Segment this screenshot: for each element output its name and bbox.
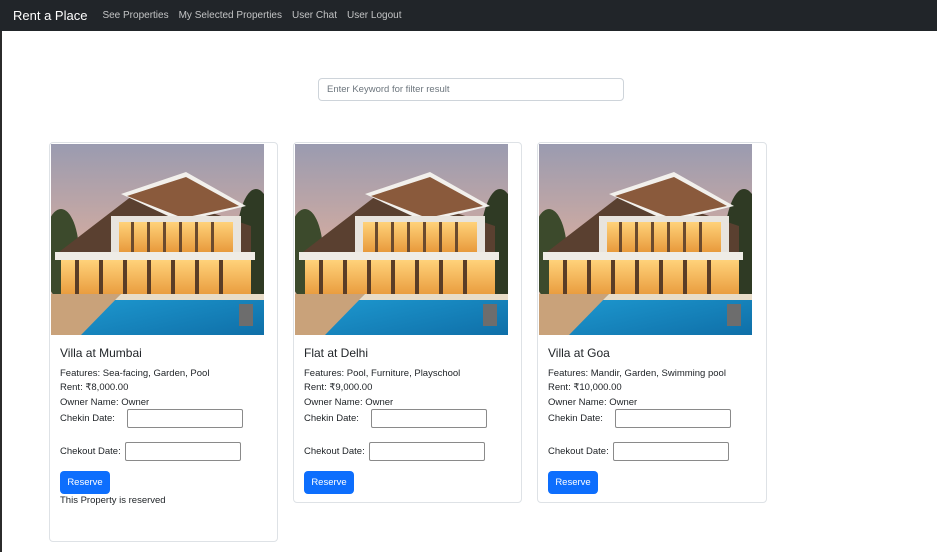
property-title: Villa at Mumbai bbox=[60, 346, 142, 360]
reserve-button[interactable]: Reserve bbox=[304, 471, 354, 494]
property-image bbox=[51, 144, 264, 335]
property-card: Villa at Mumbai Features: Sea-facing, Ga… bbox=[49, 142, 278, 542]
property-rent: Rent: ₹9,000.00 bbox=[304, 382, 373, 393]
property-title: Villa at Goa bbox=[548, 346, 610, 360]
property-features: Features: Mandir, Garden, Swimming pool bbox=[548, 368, 726, 379]
checkout-date-input[interactable] bbox=[125, 442, 241, 461]
property-card: Villa at Goa Features: Mandir, Garden, S… bbox=[537, 142, 767, 503]
property-features: Features: Pool, Furniture, Playschool bbox=[304, 368, 461, 379]
reserve-button[interactable]: Reserve bbox=[548, 471, 598, 494]
checkout-date-input[interactable] bbox=[613, 442, 729, 461]
checkin-label: Chekin Date: bbox=[60, 413, 115, 424]
checkin-date-input[interactable] bbox=[615, 409, 731, 428]
checkin-label: Chekin Date: bbox=[548, 413, 603, 424]
nav-link-see-properties[interactable]: See Properties bbox=[102, 10, 168, 21]
property-image bbox=[295, 144, 508, 335]
search-input[interactable] bbox=[318, 78, 624, 101]
property-card: Flat at Delhi Features: Pool, Furniture,… bbox=[293, 142, 522, 503]
checkin-label: Chekin Date: bbox=[304, 413, 359, 424]
reserve-button[interactable]: Reserve bbox=[60, 471, 110, 494]
window-edge bbox=[0, 0, 2, 552]
checkout-label: Chekout Date: bbox=[304, 446, 365, 457]
reserved-status-text: This Property is reserved bbox=[60, 495, 166, 506]
checkin-date-input[interactable] bbox=[371, 409, 487, 428]
top-navbar: Rent a Place See Properties My Selected … bbox=[0, 0, 937, 31]
property-features: Features: Sea-facing, Garden, Pool bbox=[60, 368, 210, 379]
nav-link-user-chat[interactable]: User Chat bbox=[292, 10, 337, 21]
property-owner: Owner Name: Owner bbox=[60, 397, 150, 408]
nav-link-user-logout[interactable]: User Logout bbox=[347, 10, 401, 21]
checkout-date-input[interactable] bbox=[369, 442, 485, 461]
checkout-label: Chekout Date: bbox=[548, 446, 609, 457]
property-title: Flat at Delhi bbox=[304, 346, 369, 360]
property-owner: Owner Name: Owner bbox=[548, 397, 638, 408]
property-rent: Rent: ₹10,000.00 bbox=[548, 382, 622, 393]
property-rent: Rent: ₹8,000.00 bbox=[60, 382, 129, 393]
property-owner: Owner Name: Owner bbox=[304, 397, 394, 408]
property-image bbox=[539, 144, 752, 335]
checkout-label: Chekout Date: bbox=[60, 446, 121, 457]
nav-link-my-selected-properties[interactable]: My Selected Properties bbox=[179, 10, 282, 21]
checkin-date-input[interactable] bbox=[127, 409, 243, 428]
brand-link[interactable]: Rent a Place bbox=[13, 8, 87, 23]
